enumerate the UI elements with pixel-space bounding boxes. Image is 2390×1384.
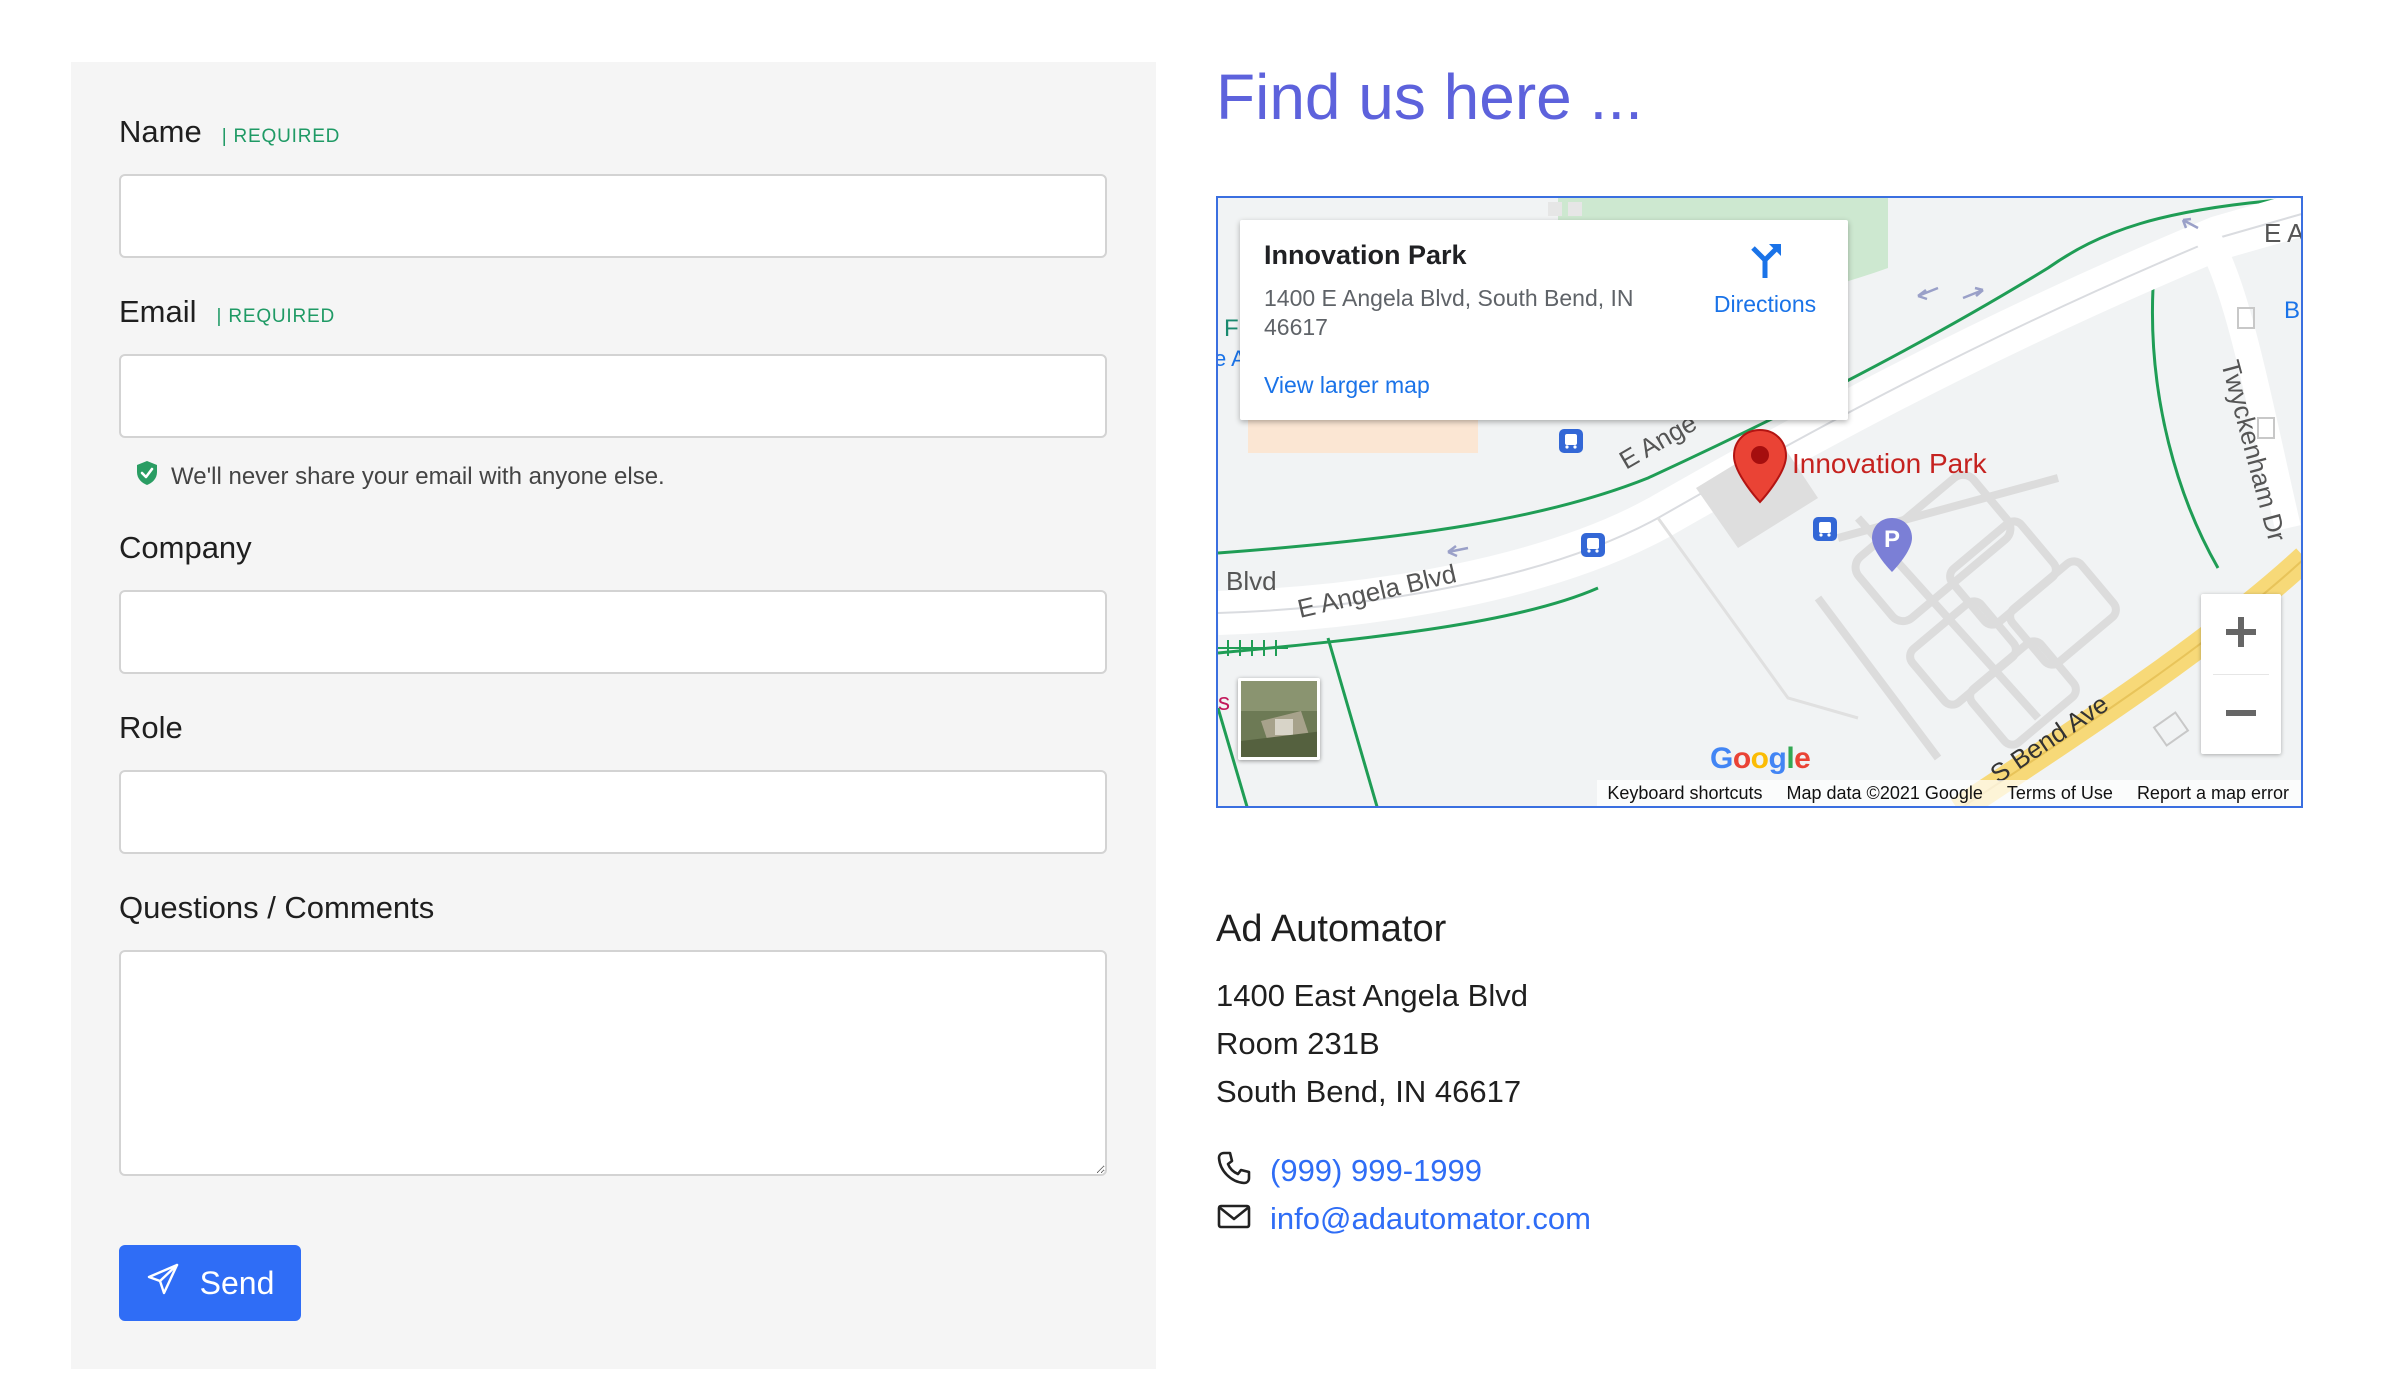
paper-plane-icon bbox=[146, 1262, 180, 1304]
phone-row: (999) 999-1999 bbox=[1216, 1150, 1482, 1191]
phone-link[interactable]: (999) 999-1999 bbox=[1270, 1153, 1482, 1189]
address-line-2: Room 231B bbox=[1216, 1026, 1380, 1061]
directions-label: Directions bbox=[1713, 291, 1817, 317]
street-view-thumbnail[interactable] bbox=[1238, 678, 1320, 760]
contact-form-panel: Name | REQUIRED Email | REQUIRED We'll n… bbox=[71, 62, 1156, 1369]
shield-check-icon bbox=[135, 460, 159, 493]
report-map-error-link[interactable]: Report a map error bbox=[2137, 783, 2289, 804]
directions-icon bbox=[1743, 244, 1787, 284]
send-label: Send bbox=[199, 1264, 275, 1301]
bus-stop-icon[interactable] bbox=[1812, 516, 1838, 547]
zoom-in-button[interactable] bbox=[2201, 594, 2281, 674]
bus-stop-icon[interactable] bbox=[1558, 428, 1584, 459]
parking-icon[interactable]: P bbox=[1870, 516, 1914, 579]
street-label-blvd: Blvd bbox=[1226, 566, 1277, 596]
email-help-text: We'll never share your email with anyone… bbox=[171, 462, 665, 490]
map-pin-icon[interactable] bbox=[1732, 428, 1788, 509]
email-label-row: Email | REQUIRED bbox=[119, 294, 335, 330]
map-data-attribution: Map data ©2021 Google bbox=[1786, 782, 1983, 803]
email-help: We'll never share your email with anyone… bbox=[135, 460, 665, 493]
bus-stop-icon[interactable] bbox=[1580, 532, 1606, 563]
role-label: Role bbox=[119, 710, 183, 745]
address-line-1: 1400 East Angela Blvd bbox=[1216, 978, 1528, 1013]
zoom-out-icon bbox=[2223, 695, 2259, 736]
name-label-row: Name | REQUIRED bbox=[119, 114, 340, 150]
name-input[interactable] bbox=[119, 174, 1107, 258]
street-label-b: B bbox=[2284, 297, 2300, 324]
name-label: Name bbox=[119, 114, 202, 149]
zoom-in-icon bbox=[2223, 614, 2259, 655]
comments-label: Questions / Comments bbox=[119, 890, 435, 925]
street-label-s: s bbox=[1218, 689, 1230, 716]
comments-textarea[interactable] bbox=[119, 950, 1107, 1176]
zoom-controls bbox=[2201, 594, 2281, 754]
zoom-out-button[interactable] bbox=[2201, 675, 2281, 755]
address-line-3: South Bend, IN 46617 bbox=[1216, 1074, 1522, 1109]
comments-label-row: Questions / Comments bbox=[119, 890, 434, 926]
view-larger-map-link[interactable]: View larger map bbox=[1264, 372, 1430, 399]
google-logo: Google bbox=[1710, 742, 1811, 775]
company-name: Ad Automator bbox=[1216, 908, 1447, 950]
company-label-row: Company bbox=[119, 530, 252, 566]
street-label-e-a: E A bbox=[2264, 218, 2303, 248]
svg-text:P: P bbox=[1884, 526, 1900, 553]
email-row: info@adautomator.com bbox=[1216, 1198, 1591, 1239]
envelope-icon bbox=[1216, 1198, 1252, 1239]
find-us-heading: Find us here ... bbox=[1216, 61, 1643, 133]
send-button[interactable]: Send bbox=[119, 1245, 301, 1321]
place-address: 1400 E Angela Blvd, South Bend, IN 46617 bbox=[1264, 285, 1634, 340]
email-input[interactable] bbox=[119, 354, 1107, 438]
street-label-f: F bbox=[1224, 315, 1239, 342]
keyboard-shortcuts-link[interactable]: Keyboard shortcuts bbox=[1607, 783, 1762, 804]
embedded-map[interactable]: E Angela Blvd E Ange Blvd Twyckenham Dr … bbox=[1216, 196, 2303, 808]
name-required-tag: | REQUIRED bbox=[221, 126, 341, 147]
place-title: Innovation Park bbox=[1264, 240, 1467, 270]
company-label: Company bbox=[119, 530, 252, 565]
email-label: Email bbox=[119, 294, 197, 329]
email-required-tag: | REQUIRED bbox=[216, 306, 336, 327]
phone-icon bbox=[1216, 1150, 1252, 1191]
map-info-card: Innovation Park 1400 E Angela Blvd, Sout… bbox=[1240, 220, 1848, 420]
role-input[interactable] bbox=[119, 770, 1107, 854]
terms-of-use-link[interactable]: Terms of Use bbox=[2007, 783, 2113, 804]
email-link[interactable]: info@adautomator.com bbox=[1270, 1201, 1591, 1237]
map-marker-label[interactable]: Innovation Park bbox=[1792, 448, 1987, 480]
role-label-row: Role bbox=[119, 710, 183, 746]
directions-button[interactable]: Directions bbox=[1700, 240, 1830, 318]
company-input[interactable] bbox=[119, 590, 1107, 674]
map-footer: Keyboard shortcuts Map data ©2021 Google… bbox=[1597, 780, 2301, 806]
